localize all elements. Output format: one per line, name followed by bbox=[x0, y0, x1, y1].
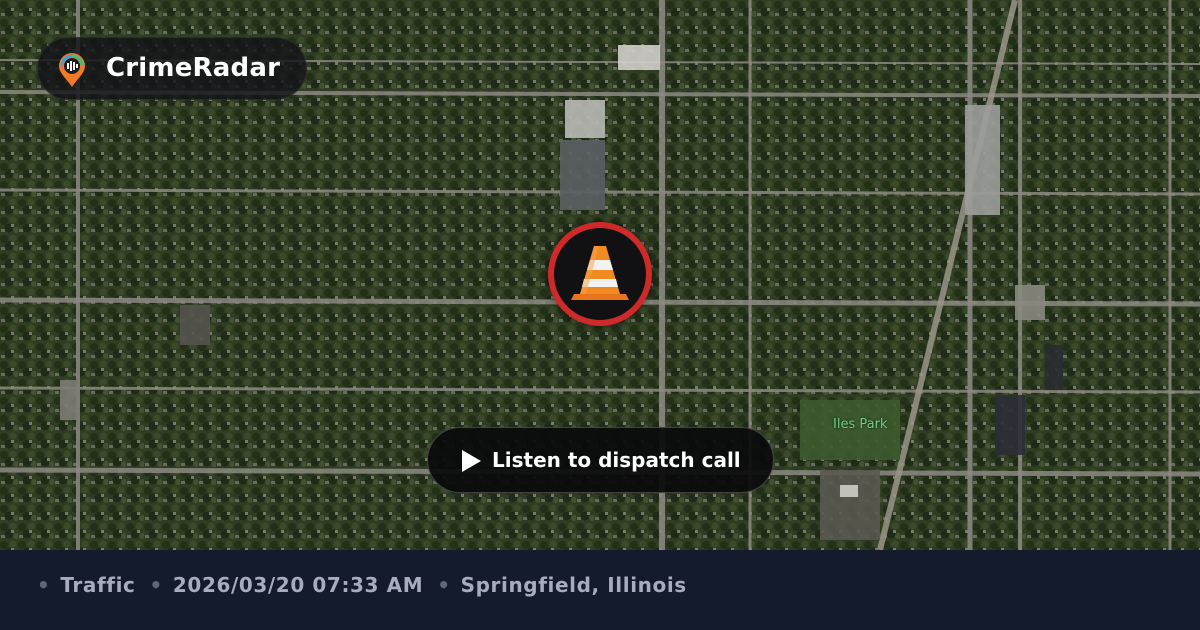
listen-button-label: Listen to dispatch call bbox=[492, 448, 741, 472]
play-icon bbox=[462, 450, 481, 472]
incident-info-bar: • Traffic • 2026/03/20 07:33 AM • Springfield… bbox=[0, 550, 1200, 630]
traffic-cone-icon bbox=[571, 246, 629, 300]
incident-location: Springfield, Illinois bbox=[460, 573, 687, 597]
brand-name: CrimeRadar bbox=[106, 53, 281, 83]
brand-badge[interactable]: CrimeRadar bbox=[37, 37, 307, 100]
separator-dot: • bbox=[149, 573, 163, 597]
map-pin-radio-icon bbox=[56, 52, 88, 88]
separator-dot: • bbox=[37, 573, 51, 597]
incident-datetime: 2026/03/20 07:33 AM bbox=[172, 573, 424, 597]
separator-dot: • bbox=[437, 573, 451, 597]
incident-category: Traffic bbox=[60, 573, 136, 597]
incident-marker[interactable] bbox=[548, 222, 652, 326]
listen-dispatch-button[interactable]: Listen to dispatch call bbox=[427, 427, 774, 493]
park-label: Iles Park bbox=[833, 417, 888, 432]
